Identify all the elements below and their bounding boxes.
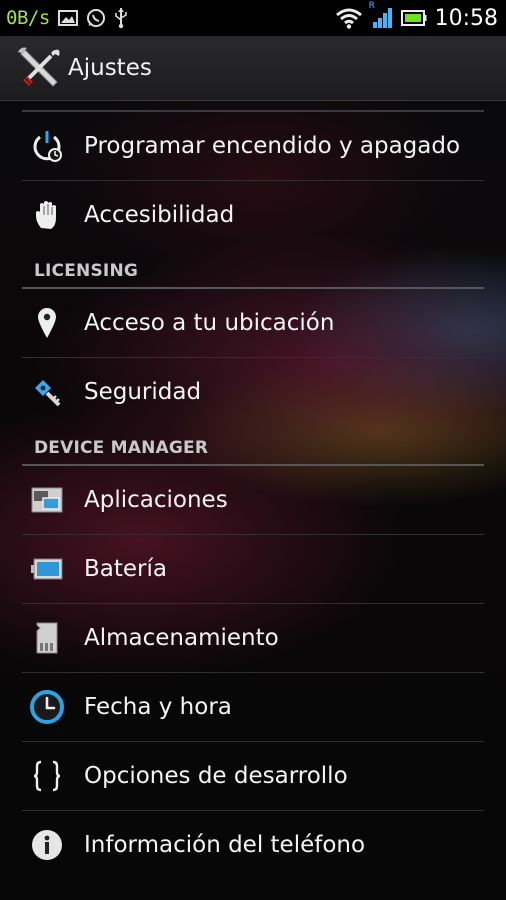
setting-item-fecha-hora[interactable]: Fecha y hora xyxy=(22,673,484,742)
clock: 10:58 xyxy=(434,5,498,31)
section-header-licensing: LICENSING xyxy=(34,261,139,281)
setting-item-label: Almacenamiento xyxy=(84,625,279,651)
setting-item-seguridad[interactable]: Seguridad xyxy=(22,358,484,426)
setting-item-label: Batería xyxy=(84,556,167,582)
setting-item-label: Programar encendido y apagado xyxy=(84,133,461,159)
sd-card-icon xyxy=(24,615,70,661)
page-title: Ajustes xyxy=(68,55,152,81)
usb-icon xyxy=(114,7,128,29)
roaming-indicator: R xyxy=(368,1,375,11)
braces-icon xyxy=(24,753,70,799)
apps-icon xyxy=(24,477,70,523)
network-speed: 0B/s xyxy=(6,7,50,29)
image-icon xyxy=(57,10,78,26)
signal-icon: R xyxy=(369,1,393,29)
setting-item-label: Fecha y hora xyxy=(84,694,232,720)
setting-item-programar-encendido[interactable]: Programar encendido y apagado xyxy=(22,112,484,181)
setting-item-label: Información del teléfono xyxy=(84,832,366,858)
settings-list: Programar encendido y apagado Accesibili… xyxy=(0,100,506,879)
section-header-device-manager: DEVICE MANAGER xyxy=(34,438,209,458)
status-bar: 0B/s R 10:58 xyxy=(0,0,506,36)
setting-item-opciones-desarrollo[interactable]: Opciones de desarrollo xyxy=(22,742,484,811)
setting-item-informacion-telefono[interactable]: Información del teléfono xyxy=(22,811,484,879)
setting-item-accesibilidad[interactable]: Accesibilidad xyxy=(22,181,484,249)
setting-item-label: Seguridad xyxy=(84,379,202,405)
action-bar: Ajustes xyxy=(0,36,506,100)
setting-item-label: Accesibilidad xyxy=(84,202,235,228)
battery-icon xyxy=(400,9,427,27)
hand-icon xyxy=(24,192,70,238)
location-pin-icon xyxy=(24,300,70,346)
setting-item-label: Opciones de desarrollo xyxy=(84,763,348,789)
settings-tools-icon[interactable] xyxy=(14,43,64,93)
setting-item-label: Acceso a tu ubicación xyxy=(84,310,335,336)
key-icon xyxy=(24,369,70,415)
setting-item-almacenamiento[interactable]: Almacenamiento xyxy=(22,604,484,673)
setting-item-aplicaciones[interactable]: Aplicaciones xyxy=(22,466,484,535)
setting-item-bateria[interactable]: Batería xyxy=(22,535,484,604)
wifi-icon xyxy=(335,7,363,29)
battery-icon xyxy=(24,546,70,592)
info-icon xyxy=(24,822,70,868)
setting-item-ubicacion[interactable]: Acceso a tu ubicación xyxy=(22,289,484,358)
clock-icon xyxy=(24,684,70,730)
power-schedule-icon xyxy=(24,123,70,169)
whatsapp-icon xyxy=(86,8,106,28)
setting-item-label: Aplicaciones xyxy=(84,487,228,513)
